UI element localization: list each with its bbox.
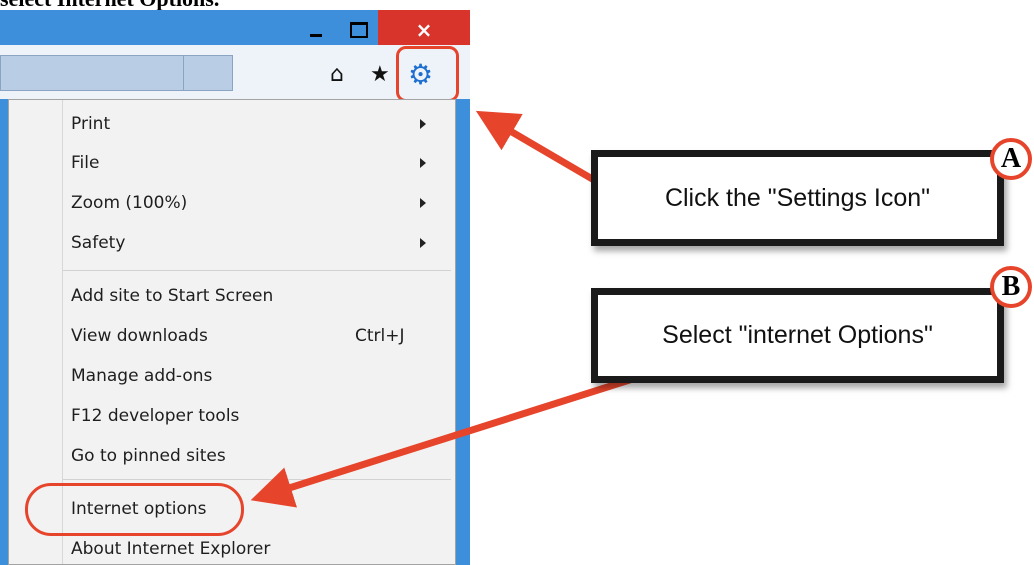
badge-b: B [990,266,1032,308]
close-button[interactable]: × [378,10,470,50]
badge-a: A [990,138,1032,180]
settings-highlight-ring [396,46,459,102]
menu-item-go-to-pinned-sites[interactable]: Go to pinned sites [71,441,226,471]
close-icon: × [415,18,433,42]
internet-options-highlight-ring [25,483,244,536]
menu-item-view-downloads[interactable]: View downloads [71,321,208,351]
menu-item-about-internet-explorer[interactable]: About Internet Explorer [71,534,270,564]
arrow-to-settings [475,110,596,184]
menu-item-zoom[interactable]: Zoom (100%) [71,188,187,218]
tab-divider [183,55,184,91]
chevron-right-icon [420,238,426,248]
callout-a-text: Click the "Settings Icon" [664,183,931,212]
chevron-right-icon [420,158,426,168]
callout-b-text: Select "internet Options" [662,321,933,349]
menu-item-print[interactable]: Print [71,109,110,139]
menu-item-manage-add-ons[interactable]: Manage add-ons [71,361,212,391]
tab-strip[interactable] [0,55,233,91]
menu-separator [63,479,451,480]
menu-separator [63,270,451,271]
menu-item-file[interactable]: File [71,148,99,178]
menu-shortcut: Ctrl+J [355,326,405,346]
home-icon[interactable]: ⌂ [330,62,344,87]
menu-item-add-site-to-start-screen[interactable]: Add site to Start Screen [71,281,273,311]
maximize-icon [350,22,368,38]
callout-b: Select "internet Options" [591,288,1004,383]
minimize-icon [310,33,322,37]
chevron-right-icon [420,198,426,208]
chevron-right-icon [420,119,426,129]
minimize-button[interactable] [292,10,340,50]
menu-item-f12-developer-tools[interactable]: F12 developer tools [71,401,239,431]
maximize-button[interactable] [340,10,378,50]
favorites-star-icon[interactable]: ★ [370,62,390,87]
callout-a: Click the "Settings Icon" [591,150,1004,246]
menu-item-safety[interactable]: Safety [71,228,125,258]
